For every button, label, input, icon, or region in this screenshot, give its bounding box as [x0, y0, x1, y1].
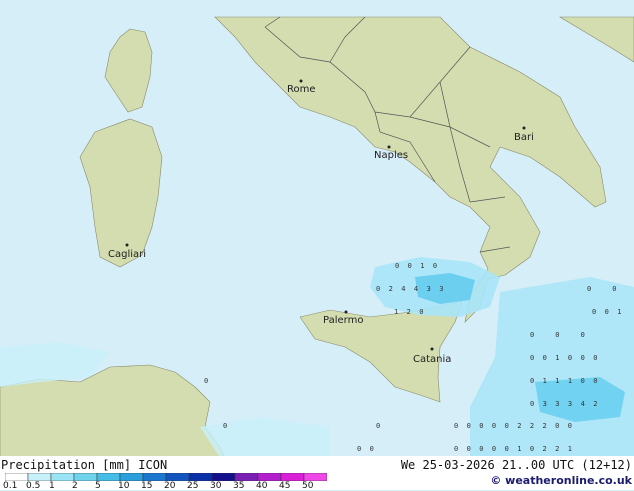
scale-swatch [50, 473, 75, 481]
scale-swatch [188, 473, 213, 481]
scale-swatch [5, 473, 29, 481]
precipitation-map: Rome Bari Naples Cagliari Palermo Catani… [0, 16, 634, 474]
svg-text:0 0: 0 0 [357, 445, 374, 453]
scale-swatch [234, 473, 259, 481]
svg-text:Catania: Catania [413, 354, 451, 365]
svg-text:0: 0 [204, 377, 208, 385]
scale-swatch [27, 473, 52, 481]
scale-swatch [73, 473, 98, 481]
svg-text:0 0 0: 0 0 0 [530, 331, 585, 339]
svg-text:0 1 1 1 0 0: 0 1 1 1 0 0 [530, 377, 597, 385]
svg-text:Rome: Rome [287, 84, 316, 95]
svg-text:Bari: Bari [514, 132, 534, 143]
svg-text:0 0 1: 0 0 1 [592, 308, 622, 316]
scale-swatch [165, 473, 190, 481]
credit-link[interactable]: © weatheronline.co.uk [490, 474, 632, 487]
svg-text:0 0 1 0: 0 0 1 0 [395, 262, 437, 270]
scale-swatch [211, 473, 236, 481]
scale-swatch [257, 473, 282, 481]
scale-swatch [280, 473, 305, 481]
svg-text:0: 0 [376, 422, 380, 430]
scale-swatch [303, 473, 327, 481]
svg-text:Naples: Naples [374, 150, 408, 161]
svg-text:0 2 4 4 3 3: 0 2 4 4 3 3 [376, 285, 443, 293]
svg-text:Palermo: Palermo [323, 315, 363, 326]
scale-swatch [119, 473, 144, 481]
svg-text:0 3 3 3 4 2: 0 3 3 3 4 2 [530, 400, 597, 408]
svg-text:0 0: 0 0 [587, 285, 617, 293]
legend-title: Precipitation [mm] ICON [1, 458, 168, 472]
svg-text:1 2 0: 1 2 0 [394, 308, 424, 316]
svg-text:0: 0 [223, 422, 227, 430]
svg-text:0 0 0 0 0 2 2 2 0 0: 0 0 0 0 0 2 2 2 0 0 [454, 422, 572, 430]
forecast-datetime: We 25-03-2026 21..00 UTC (12+12) [400, 458, 632, 472]
scale-swatch [142, 473, 167, 481]
color-scale [5, 473, 327, 481]
svg-text:Cagliari: Cagliari [108, 249, 146, 260]
scale-swatch [96, 473, 121, 481]
svg-text:0 0 0 0 0 1 0 2 2 1: 0 0 0 0 0 1 0 2 2 1 [454, 445, 572, 453]
svg-text:0 0 1 0 0 0: 0 0 1 0 0 0 [530, 354, 597, 362]
